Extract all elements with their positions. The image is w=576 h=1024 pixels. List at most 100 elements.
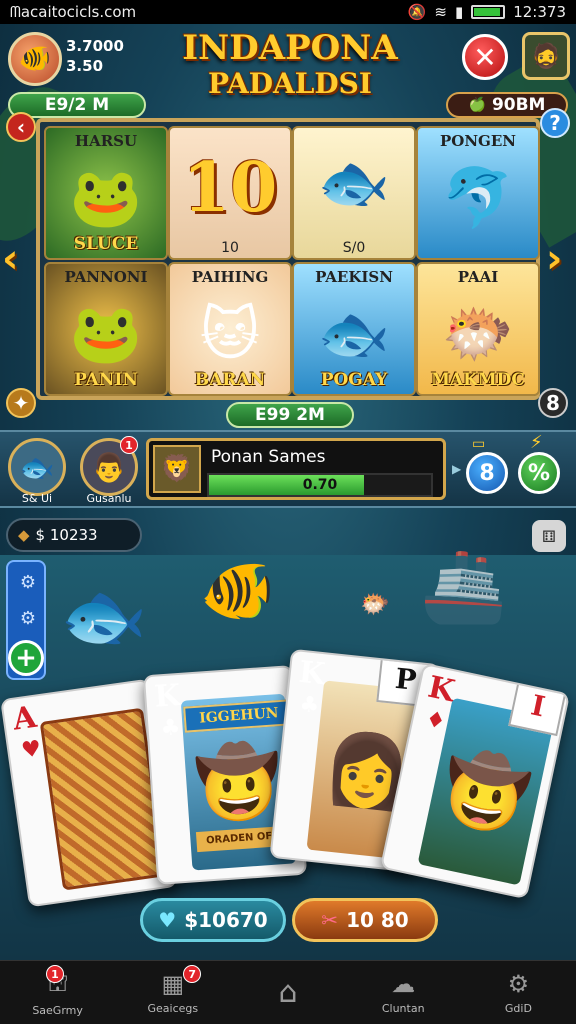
wifi-icon: ≋ [434, 3, 447, 21]
help-button[interactable]: ? [540, 108, 570, 138]
card-rank: K [297, 654, 327, 693]
beast-icon: 🦁 [160, 454, 194, 484]
opponent-portrait: 🦁 [153, 445, 201, 493]
close-button[interactable]: ✕ [462, 34, 508, 80]
reel-board: HARSU 🐸 SLUCE 10 10 🐟 S/0 PONGEN 🐬 PANNO… [36, 118, 540, 400]
reel-tile[interactable]: PONGEN 🐬 [416, 126, 540, 260]
clock: 12:373 [513, 3, 566, 21]
green-fish-icon: 🐟 [317, 148, 391, 217]
back-button[interactable]: ‹ [6, 112, 36, 142]
shop-icon: ▭ [472, 436, 486, 452]
fish-avatar-icon: 🐠 [18, 44, 52, 74]
nav-item-chat[interactable]: ☁ Cluntan [346, 961, 461, 1024]
nav-badge: 7 [183, 965, 202, 983]
bass-fish-icon: 🐟 [60, 575, 148, 657]
reel-tile[interactable]: 🐟 S/0 [292, 126, 416, 260]
ship-icon: 🚢 [420, 545, 508, 627]
reel-tile[interactable]: PANNONI 🐸 PANIN [44, 262, 168, 396]
tile-bottom-label: POGAY [320, 370, 388, 390]
tile-small-number: S/0 [342, 240, 366, 256]
swordfish-icon: 🐠 [200, 556, 275, 626]
right-total-value: 90BM [491, 95, 546, 115]
game-title: INDAPONA PADALDSI [150, 30, 430, 102]
nav-item-categories[interactable]: ▦ Geaicegs 7 [115, 961, 230, 1024]
tile-bottom-label: BARAN [194, 370, 266, 390]
next-arrow[interactable]: › [546, 236, 562, 282]
blue-round-button[interactable]: 8 [466, 452, 508, 494]
carrier-text: ᗰacaitocicls.com [10, 3, 137, 21]
diamond-icon: ◆ [18, 526, 30, 544]
reel-tile[interactable]: PAIHING 🐱 BARAN [168, 262, 292, 396]
club-icon: ♣ [298, 691, 321, 719]
tile-top-label: PONGEN [439, 132, 516, 150]
mute-icon: 🔕 [407, 3, 427, 21]
star-icon: ✦ [12, 391, 30, 415]
big-number: 10 [182, 148, 278, 228]
tile-top-label: PAIHING [191, 268, 269, 286]
cowboy-icon: 🤠 [434, 741, 538, 841]
coins-line-1: 3.7000 [66, 37, 124, 55]
player-2-badge: 1 [120, 436, 138, 454]
nav-badge: 1 [46, 965, 64, 983]
lightning-icon: ⚡ [530, 432, 543, 453]
settings-corner-button[interactable]: ✦ [6, 388, 36, 418]
card-rank: K [153, 677, 182, 715]
prev-arrow[interactable]: ‹ [2, 236, 18, 282]
signal-icon: ▮ [454, 3, 464, 21]
corner-number-button[interactable]: 8 [538, 388, 568, 418]
fish-icon: 🐟 [19, 450, 55, 484]
tile-small-number: 10 [221, 240, 239, 256]
status-icons: 🔕 ≋ ▮ 12:373 [408, 3, 566, 21]
gear-tool-button[interactable]: ⚙ [14, 568, 42, 596]
tile-bottom-label: MAKMDC [431, 370, 525, 390]
reel-tile[interactable]: HARSU 🐸 SLUCE [44, 126, 168, 260]
reel-tile[interactable]: PAAI 🐡 MAKMDC [416, 262, 540, 396]
tile-top-label: PAEKISN [315, 268, 393, 286]
green-fish-icon: 🐟 [317, 299, 391, 368]
dice-button[interactable]: ⚅ [532, 520, 566, 552]
player-avatar[interactable]: 🐠 [8, 32, 62, 86]
coins-line-2: 3.50 [66, 57, 104, 75]
profile-button[interactable]: 🧔 [522, 32, 570, 80]
club-icon: ♣ [159, 715, 182, 742]
nav-item-settings[interactable]: ⚙ GdiD [461, 961, 576, 1024]
opponent-panel: 🦁 Ponan Sames 0.70 [146, 438, 446, 500]
add-button[interactable]: + [8, 640, 44, 676]
reel-tile[interactable]: 10 10 [168, 126, 292, 260]
dice-icon: ⚅ [542, 526, 556, 546]
tile-top-label: PAAI [457, 268, 499, 286]
lives-pill[interactable]: ✂ 10 80 [292, 898, 438, 942]
grid-icon: ▦ [161, 970, 185, 998]
bottom-nav: ⛫ SaeGrmy 1 ▦ Geaicegs 7 ⌂ ☁ Cluntan ⚙ G… [0, 960, 576, 1024]
player-row: 🐟 S& Ui 👨 1 Gusanlu 🦁 Ponan Sames 0.70 ▶… [0, 430, 576, 508]
nav-item-home[interactable]: ⌂ [230, 961, 345, 1024]
status-bar: ᗰacaitocicls.com 🔕 ≋ ▮ 12:373 [0, 0, 576, 24]
green-round-button[interactable]: % [518, 452, 560, 494]
tile-bottom-label: PANIN [74, 370, 138, 390]
heart-icon: ♥ [19, 736, 43, 764]
player-1-avatar[interactable]: 🐟 [8, 438, 66, 496]
nav-label: GdiD [504, 1002, 532, 1015]
title-line-2: PADALDSI [207, 67, 373, 100]
title-line-1: INDAPONA [182, 28, 398, 68]
frog-icon: 🐸 [69, 163, 143, 232]
cat-icon: 🐱 [199, 300, 261, 369]
help-icon: ? [549, 111, 561, 135]
frog-icon: 🐸 [69, 299, 143, 368]
heart-icon: ♥ [158, 908, 177, 932]
settings-tool-button[interactable]: ⚙ [14, 604, 42, 632]
gems-pill[interactable]: ♥ $10670 [140, 898, 286, 942]
card-rank: A [10, 699, 39, 738]
chat-icon: ☁ [391, 970, 416, 998]
man-icon: 👨 [91, 450, 127, 484]
balance-value: $ 10233 [35, 526, 98, 544]
balance-pill: ◆ $ 10233 [6, 518, 142, 552]
reel-tile[interactable]: PAEKISN 🐟 POGAY [292, 262, 416, 396]
blue-fish-icon: 🐬 [441, 163, 515, 232]
chevron-left-icon: ‹ [16, 115, 26, 139]
nav-item-shop[interactable]: ⛫ SaeGrmy 1 [0, 961, 115, 1024]
close-icon: ✕ [473, 40, 497, 74]
nav-label: Geaicegs [147, 1002, 199, 1015]
nav-label: SaeGrmy [32, 1003, 83, 1017]
gear-icon: ⚙ [19, 571, 37, 593]
